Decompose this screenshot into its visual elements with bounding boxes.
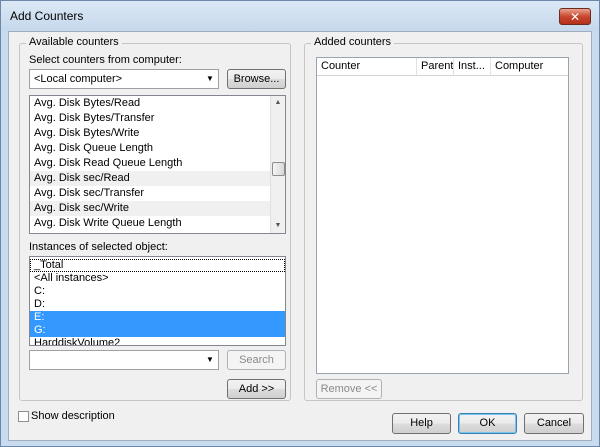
show-description-label[interactable]: Show description — [31, 410, 115, 422]
counter-item[interactable]: Avg. Disk sec/Transfer — [30, 186, 285, 201]
table-header: Counter Parent Inst... Computer — [317, 58, 568, 76]
instance-item[interactable]: E: — [30, 311, 285, 324]
search-button[interactable]: Search — [227, 350, 286, 370]
title-bar[interactable]: Add Counters ✕ — [1, 1, 599, 31]
counter-item[interactable]: Avg. Disk sec/Write — [30, 201, 285, 216]
instance-items: _Total <All instances> C: D: E: G: HarddiskVol… — [30, 257, 285, 345]
counter-item[interactable]: Avg. Disk Bytes/Write — [30, 126, 285, 141]
computer-combobox[interactable]: <Local computer> ▼ — [29, 69, 219, 89]
add-counters-dialog: Add Counters ✕ Available counters Select… — [0, 0, 600, 447]
counter-list[interactable]: Avg. Disk Bytes/Read Avg. Disk Bytes/Tran… — [29, 95, 286, 234]
instance-item[interactable]: _Total — [30, 259, 285, 272]
instance-item[interactable]: G: — [30, 324, 285, 337]
counter-item[interactable]: Avg. Disk Write Queue Length — [30, 216, 285, 231]
scroll-thumb[interactable] — [272, 162, 285, 176]
column-counter[interactable]: Counter — [317, 58, 417, 75]
instances-list[interactable]: _Total <All instances> C: D: E: G: HarddiskVol… — [29, 256, 286, 346]
help-button[interactable]: Help — [392, 413, 451, 434]
remove-button[interactable]: Remove << — [316, 379, 382, 399]
instance-item[interactable]: D: — [30, 298, 285, 311]
counter-item[interactable]: Avg. Disk Bytes/Read — [30, 96, 285, 111]
added-counters-title: Added counters — [311, 36, 395, 48]
column-computer[interactable]: Computer — [491, 58, 568, 75]
window-title: Add Counters — [10, 9, 84, 23]
counter-item[interactable]: Avg. Disk Bytes/Transfer — [30, 111, 285, 126]
added-counters-table[interactable]: Counter Parent Inst... Computer — [316, 57, 569, 374]
dialog-client-area: Available counters Select counters from … — [8, 31, 592, 441]
show-description-checkbox[interactable] — [18, 411, 29, 422]
browse-button[interactable]: Browse... — [227, 69, 286, 89]
scroll-down-icon[interactable]: ▼ — [271, 219, 285, 233]
chevron-down-icon[interactable]: ▼ — [202, 70, 218, 88]
column-instance[interactable]: Inst... — [454, 58, 491, 75]
available-counters-group: Available counters Select counters from … — [19, 36, 291, 401]
scroll-up-icon[interactable]: ▲ — [271, 96, 285, 110]
close-icon: ✕ — [569, 10, 581, 24]
column-parent[interactable]: Parent — [417, 58, 454, 75]
add-button[interactable]: Add >> — [227, 379, 286, 399]
instance-item[interactable]: C: — [30, 285, 285, 298]
select-computer-label: Select counters from computer: — [29, 54, 182, 66]
counter-item[interactable]: Avg. Disk Read Queue Length — [30, 156, 285, 171]
chevron-down-icon[interactable]: ▼ — [202, 351, 218, 369]
counter-list-scrollbar[interactable]: ▲ ▼ — [270, 96, 285, 233]
counter-items: Avg. Disk Bytes/Read Avg. Disk Bytes/Tran… — [30, 96, 285, 231]
computer-value: <Local computer> — [34, 73, 123, 85]
instances-label: Instances of selected object: — [29, 241, 168, 253]
ok-button[interactable]: OK — [458, 413, 517, 434]
search-combobox[interactable]: ▼ — [29, 350, 219, 370]
close-button[interactable]: ✕ — [559, 8, 591, 25]
cancel-button[interactable]: Cancel — [524, 413, 584, 434]
instance-item[interactable]: <All instances> — [30, 272, 285, 285]
available-counters-title: Available counters — [26, 36, 122, 48]
added-counters-group: Added counters Counter Parent Inst... Co… — [304, 36, 583, 401]
counter-item[interactable]: Avg. Disk Queue Length — [30, 141, 285, 156]
instance-item[interactable]: HarddiskVolume2 — [30, 337, 285, 345]
counter-item[interactable]: Avg. Disk sec/Read — [30, 171, 285, 186]
